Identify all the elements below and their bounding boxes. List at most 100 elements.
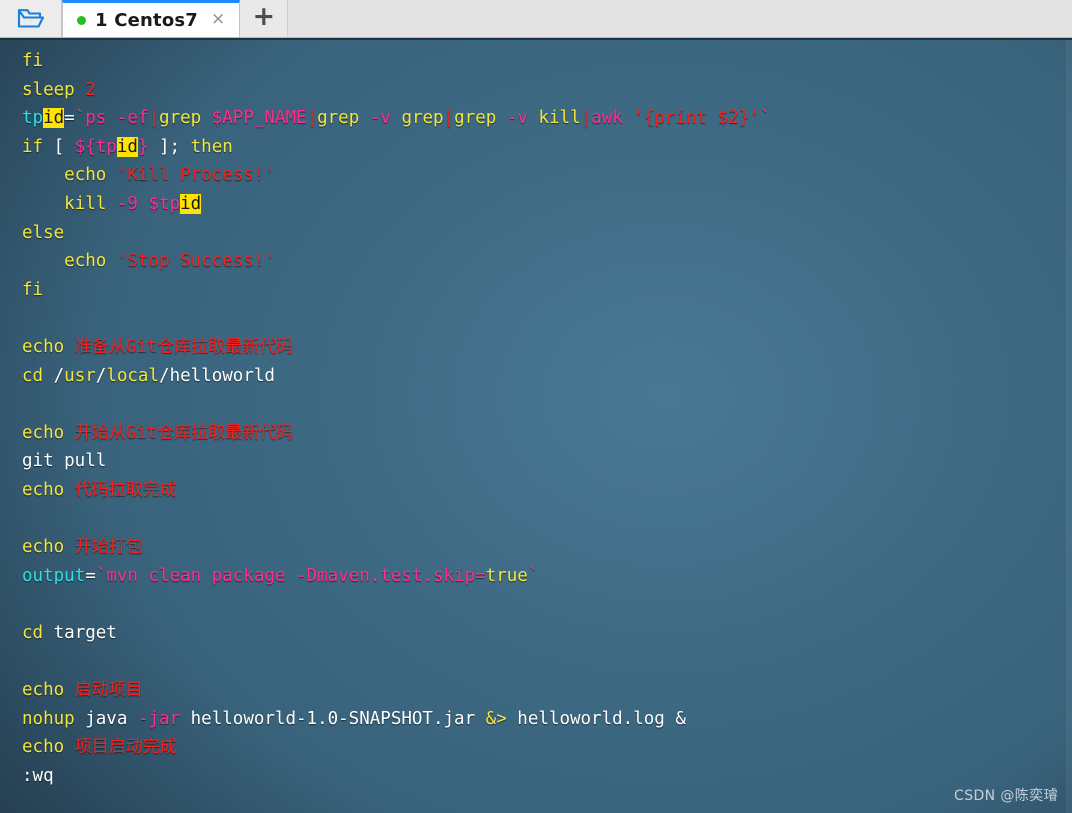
code-token: kill: [538, 108, 581, 129]
code-line: tpid=`ps -ef|grep $APP_NAME|grep -v grep…: [22, 104, 770, 133]
code-token: grep: [401, 108, 444, 129]
code-token: grep: [159, 108, 202, 129]
tab-bar: 1 Centos7 × +: [0, 0, 1072, 38]
code-token: 启动项目: [74, 680, 143, 701]
code-token: echo: [22, 336, 65, 357]
code-token: 项目启动完成: [74, 737, 177, 758]
code-token: output: [22, 565, 86, 586]
code-token: kill: [64, 193, 107, 214]
code-token: [: [43, 136, 75, 157]
code-token: grep: [454, 108, 497, 129]
code-token: if: [22, 136, 44, 157]
tab-close-icon[interactable]: ×: [207, 10, 229, 30]
code-token: mvn: [106, 565, 138, 586]
code-token: `: [759, 108, 771, 129]
code-line: echo 'Stop Success!': [22, 247, 770, 276]
code-token: Git: [125, 336, 158, 357]
code-token: 开始从: [74, 422, 126, 443]
code-token: echo: [22, 479, 65, 500]
code-token: 准备从: [74, 336, 126, 357]
code-token: fi: [22, 51, 44, 71]
code-token: |: [580, 108, 592, 129]
terminal-scrollbar[interactable]: [1066, 40, 1072, 813]
code-token: echo: [22, 737, 65, 758]
code-token: &: [675, 708, 686, 729]
code-line: fi: [22, 276, 770, 305]
code-token: echo: [64, 251, 107, 272]
code-token: |: [148, 108, 160, 129]
code-token: else: [22, 222, 65, 243]
code-token: ${tp: [74, 136, 117, 157]
terminal-tab-centos7[interactable]: 1 Centos7 ×: [62, 0, 241, 37]
code-token: -9: [116, 193, 138, 214]
code-token: 'Kill Process!': [116, 165, 275, 186]
code-token: 代码拉取完成: [74, 479, 177, 500]
code-token: tp: [22, 108, 44, 129]
code-line: :wq: [22, 762, 770, 791]
code-token: /: [53, 365, 65, 386]
code-token: |: [443, 108, 455, 129]
code-line: sleep 2: [22, 76, 770, 105]
new-tab-button[interactable]: +: [240, 0, 289, 37]
code-token: awk: [591, 108, 623, 129]
code-line: kill -9 $tpid: [22, 190, 770, 219]
csdn-watermark: CSDN @陈奕璿: [954, 788, 1058, 804]
code-token: ];: [148, 136, 191, 157]
code-token: '{print $2}': [633, 108, 760, 129]
tab-status-dot-icon: [77, 15, 86, 25]
code-token: helloworld-1.0-SNAPSHOT.jar: [190, 708, 476, 729]
terminal-text-area[interactable]: fi sleep 2 tpid=`ps -ef|grep $APP_NAME|gre…: [0, 40, 770, 790]
code-token: :wq: [22, 765, 54, 786]
code-line: cd target: [22, 619, 770, 648]
code-token: java: [85, 708, 128, 729]
code-token: echo: [22, 680, 65, 701]
code-token: $APP_NAME: [211, 108, 307, 129]
code-line: echo 代码拉取完成: [22, 476, 770, 505]
code-token: clean: [148, 565, 202, 586]
code-line: echo 项目启动完成: [22, 733, 770, 762]
terminal-pane[interactable]: fi sleep 2 tpid=`ps -ef|grep $APP_NAME|gre…: [0, 38, 1072, 813]
code-token: git pull: [22, 451, 107, 472]
code-token: fi: [22, 279, 44, 300]
open-folder-button[interactable]: [0, 0, 62, 37]
search-match-highlight: id: [43, 108, 65, 129]
code-token: helloworld: [169, 365, 275, 386]
code-token: nohup: [22, 708, 75, 729]
code-line: nohup java -jar helloworld-1.0-SNAPSHOT.…: [22, 705, 770, 734]
code-token: echo: [22, 537, 65, 558]
code-token: 仓库拉取最新代码: [157, 336, 294, 357]
code-token: local: [106, 365, 160, 386]
code-token: &>: [485, 708, 507, 729]
code-line: else: [22, 219, 770, 248]
code-token: =: [64, 108, 75, 129]
code-token: grep: [317, 108, 360, 129]
code-token: target: [53, 622, 117, 643]
code-token: helloworld.log: [517, 708, 665, 729]
code-token: $tp: [148, 193, 181, 214]
code-token: 'Stop Success!': [116, 251, 275, 272]
code-token: -Dmaven.test.skip=: [296, 565, 486, 586]
code-token: =: [85, 565, 96, 586]
